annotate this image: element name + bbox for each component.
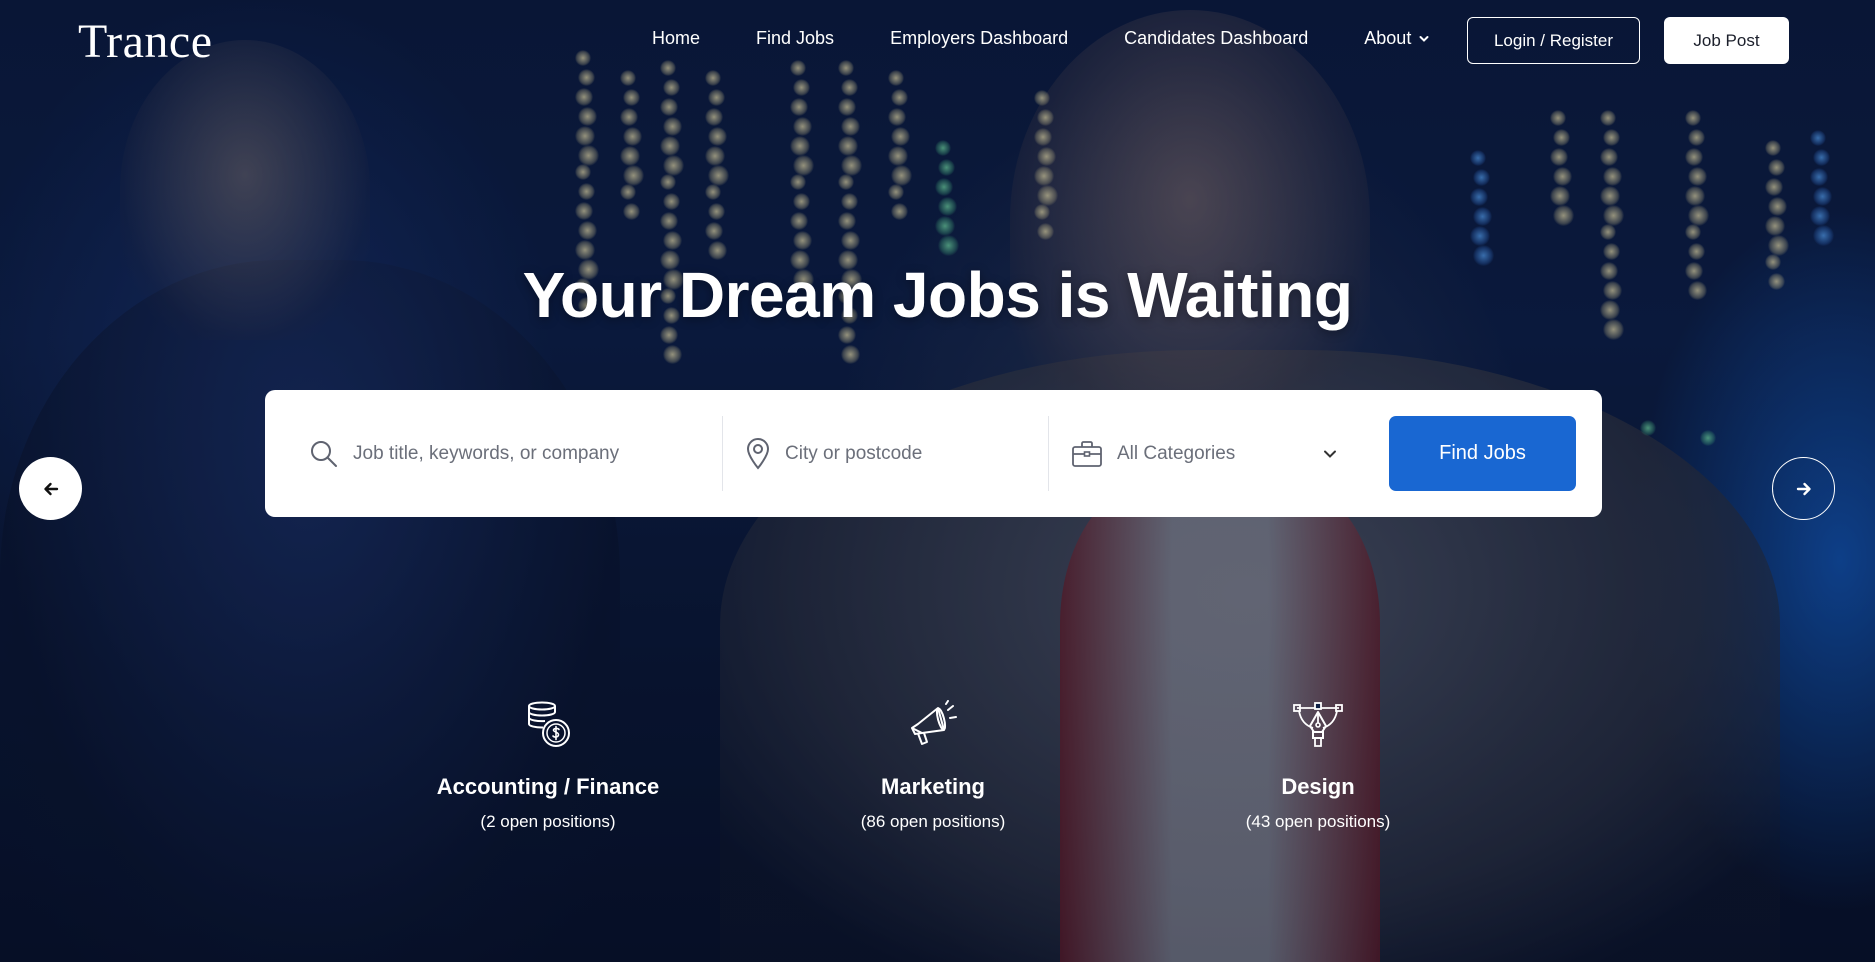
- nav-find-jobs[interactable]: Find Jobs: [756, 28, 834, 49]
- category-count: (86 open positions): [860, 812, 1006, 831]
- search-icon: [311, 440, 337, 467]
- pen-tool-icon: [1293, 702, 1343, 747]
- main-nav: Home Find Jobs Employers Dashboard Candi…: [652, 28, 1485, 49]
- keyword-input[interactable]: [353, 442, 709, 465]
- hero-headline: Your Dream Jobs is Waiting: [522, 259, 1353, 331]
- job-search-form: All Categories Find Jobs: [265, 390, 1602, 517]
- category-title: Design: [1281, 774, 1355, 799]
- keyword-field: [309, 416, 709, 491]
- chevron-down-icon: [1324, 450, 1336, 458]
- category-card-accounting[interactable]: Accounting / Finance (2 open positions): [408, 700, 688, 832]
- job-post-button[interactable]: Job Post: [1664, 17, 1789, 64]
- nav-candidates-dashboard[interactable]: Candidates Dashboard: [1124, 28, 1308, 49]
- nav-about-label: About: [1364, 28, 1412, 48]
- slider-next-button[interactable]: [1772, 457, 1835, 520]
- chevron-down-icon: [1419, 35, 1429, 42]
- category-count: (2 open positions): [480, 812, 616, 831]
- category-card-marketing[interactable]: Marketing (86 open positions): [793, 700, 1073, 832]
- nav-home[interactable]: Home: [652, 28, 700, 49]
- search-divider: [1048, 416, 1049, 491]
- slider-prev-button[interactable]: [19, 457, 82, 520]
- map-pin-icon: [746, 437, 770, 470]
- category-card-design[interactable]: Design (43 open positions): [1178, 700, 1458, 832]
- hero-section: Trance Home Find Jobs Employers Dashboar…: [0, 0, 1875, 962]
- coins-icon: [527, 701, 570, 747]
- category-title: Accounting / Finance: [436, 774, 660, 799]
- megaphone-icon: [911, 700, 957, 745]
- arrow-left-icon: [43, 482, 58, 495]
- nav-employers-dashboard[interactable]: Employers Dashboard: [890, 28, 1068, 49]
- city-field: [745, 416, 1045, 491]
- city-input[interactable]: [785, 442, 1045, 465]
- search-divider: [722, 416, 723, 491]
- arrow-right-icon: [1796, 482, 1811, 495]
- find-jobs-button[interactable]: Find Jobs: [1389, 416, 1576, 491]
- nav-about[interactable]: About: [1364, 28, 1429, 49]
- login-register-button[interactable]: Login / Register: [1467, 17, 1640, 64]
- briefcase-icon: [1072, 440, 1102, 467]
- category-count: (43 open positions): [1245, 812, 1391, 831]
- site-logo[interactable]: Trance: [78, 14, 213, 69]
- category-selected-value: All Categories: [1117, 442, 1236, 464]
- category-title: Marketing: [881, 774, 985, 799]
